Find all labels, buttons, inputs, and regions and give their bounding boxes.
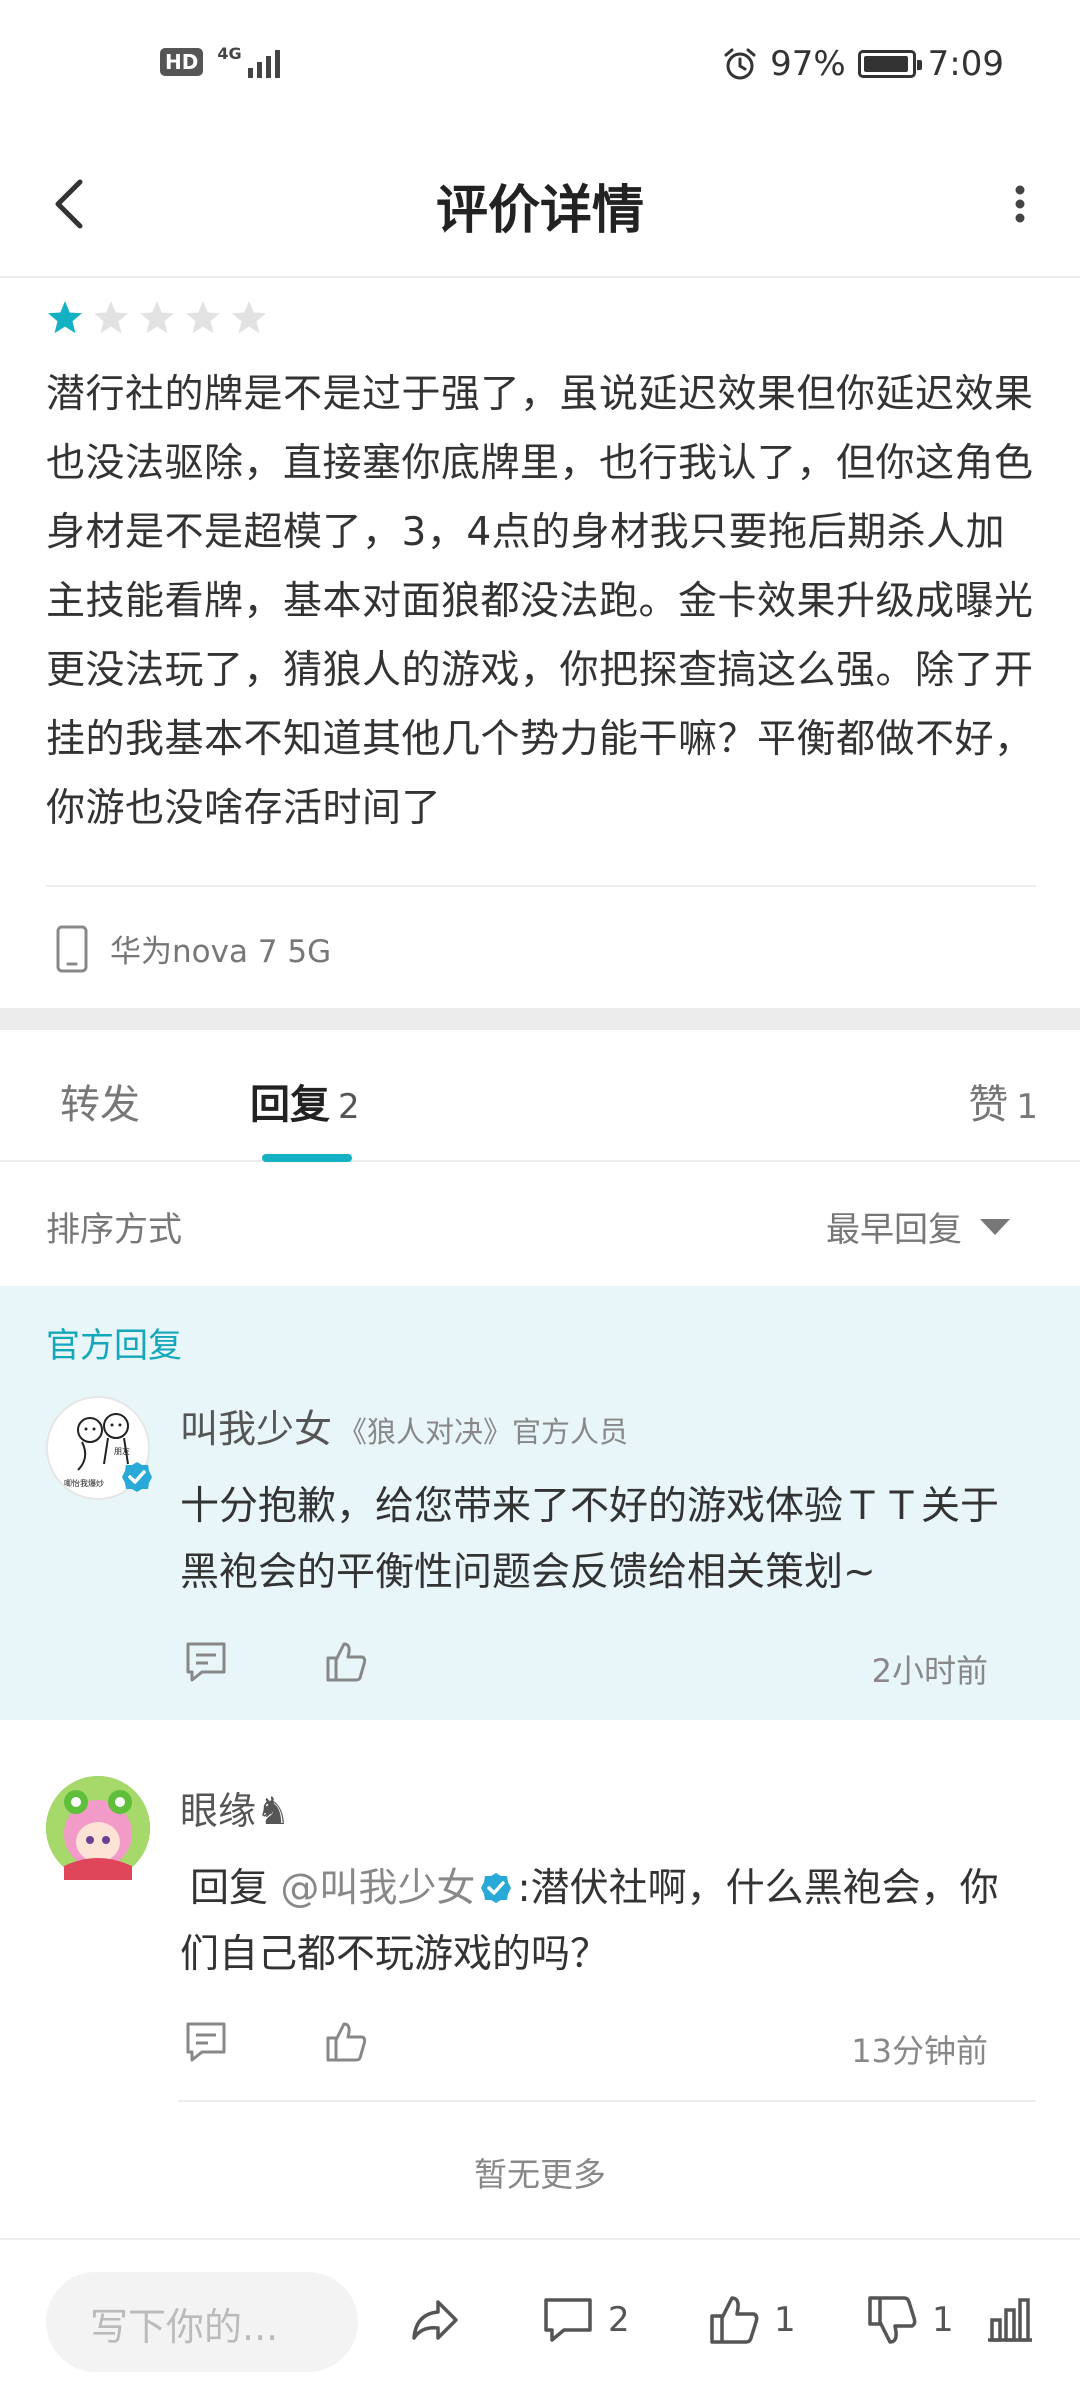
reply-mention[interactable]: @叫我少女	[280, 1866, 475, 1911]
tab-likes[interactable]: 赞1	[968, 1072, 1038, 1130]
avatar[interactable]	[46, 1776, 150, 1880]
review-body: 潜行社的牌是不是过于强了，虽说延迟效果但你延迟效果也没法驱除，直接塞你底牌里，也…	[46, 296, 1036, 843]
star-filled-icon	[48, 301, 82, 334]
avatar[interactable]: 朋友 唧怡我爆炒	[46, 1396, 152, 1500]
official-reply-text: 十分抱歉，给您带来了不好的游戏体验ＴＴ关于黑袍会的平衡性问题会反馈给相关策划~	[180, 1484, 1000, 1595]
star-empty-icon	[232, 301, 266, 334]
comment-icon[interactable]	[182, 2018, 230, 2066]
battery-percent: 97%	[770, 44, 846, 84]
section-divider	[0, 1008, 1080, 1030]
replier-name[interactable]: 眼缘♞	[180, 1780, 290, 1835]
hd-indicator: HD	[160, 48, 204, 76]
share-icon	[412, 2300, 458, 2340]
thumbs-up-icon[interactable]	[322, 1638, 370, 1686]
alarm-icon	[724, 48, 756, 80]
tab-replies-label: 回复	[250, 1082, 330, 1128]
comment-button[interactable]: 2	[540, 2292, 630, 2348]
dropdown-caret-icon	[980, 1218, 1010, 1235]
thumbs-up-icon[interactable]	[322, 2018, 370, 2066]
official-reply-label: 官方回复	[46, 1326, 182, 1366]
tab-repost[interactable]: 转发	[60, 1072, 140, 1130]
verified-badge-icon	[481, 1873, 512, 1903]
reply-time: 13分钟前	[851, 2032, 988, 2070]
phone-icon	[56, 925, 88, 972]
verified-badge-icon	[122, 1462, 152, 1492]
reply-item: 眼缘♞ 回复 @叫我少女 :潜伏社啊，什么黑袍会，你们自己都不玩游戏的吗？ 13…	[0, 1720, 1080, 2102]
official-replier-name[interactable]: 叫我少女	[180, 1407, 332, 1451]
battery-icon	[857, 50, 922, 78]
no-more-label: 暂无更多	[474, 2155, 606, 2194]
official-replier-name-row: 叫我少女 《狼人对决》官方人员	[180, 1398, 628, 1453]
thumbs-down-icon	[868, 2296, 917, 2344]
like-count: 1	[774, 2300, 796, 2340]
thumbs-up-icon	[710, 2296, 759, 2344]
more-options-icon[interactable]	[1000, 172, 1040, 236]
avatar-drawing	[46, 1776, 150, 1880]
tab-likes-count: 1	[1016, 1087, 1038, 1127]
comment-icon[interactable]	[182, 1638, 230, 1686]
star-empty-icon	[94, 301, 128, 334]
tab-bar: 转发 回复 2 赞1	[0, 1030, 1080, 1162]
status-bar: HD 4G 97% 7:09	[0, 0, 1080, 134]
divider	[178, 2100, 1036, 2102]
cellular-signal-icon: 4G	[217, 44, 280, 78]
bottom-action-bar: 写下你的... 2 1 1	[0, 2238, 1080, 2400]
sort-dropdown[interactable]: 最早回复	[826, 1202, 1010, 1251]
tab-replies-count: 2	[338, 1087, 360, 1127]
avatar-caption-1: 朋友	[114, 1446, 130, 1456]
official-reply-section: 官方回复 朋友 唧怡我爆炒 叫我少女 《狼人对决》官方人员 十分抱歉，给您带来了不…	[0, 1286, 1080, 1720]
dislike-button[interactable]: 1	[864, 2292, 954, 2348]
bar-chart-icon	[988, 2298, 1032, 2342]
review-text: 潜行社的牌是不是过于强了，虽说延迟效果但你延迟效果也没法驱除，直接塞你底牌里，也…	[46, 372, 1034, 831]
comment-count: 2	[608, 2300, 630, 2340]
avatar-caption-2: 唧怡我爆炒	[64, 1478, 104, 1488]
tab-likes-label: 赞	[968, 1082, 1009, 1128]
comment-icon	[544, 2298, 592, 2342]
sort-value: 最早回复	[826, 1210, 962, 1250]
official-reply-time: 2小时前	[871, 1652, 988, 1690]
network-type: 4G	[217, 44, 242, 63]
sort-label: 排序方式	[46, 1210, 182, 1250]
tab-repost-label: 转发	[60, 1082, 140, 1128]
title-bar: 评价详情	[0, 134, 1080, 278]
device-info: 华为nova 7 5G	[46, 885, 1036, 1010]
star-empty-icon	[140, 301, 174, 334]
clock: 7:09	[927, 44, 1004, 84]
tab-replies[interactable]: 回复 2	[250, 1072, 360, 1130]
like-button[interactable]: 1	[706, 2292, 796, 2348]
official-role-tag: 《狼人对决》官方人员	[338, 1415, 629, 1449]
device-name: 华为nova 7 5G	[110, 934, 332, 970]
star-rating	[46, 296, 1036, 340]
page-title: 评价详情	[435, 181, 644, 241]
compose-input[interactable]: 写下你的...	[46, 2272, 358, 2372]
sort-row: 排序方式 最早回复	[0, 1162, 1080, 1286]
stats-button[interactable]	[982, 2292, 1038, 2348]
reply-text: 回复 @叫我少女 :潜伏社啊，什么黑袍会，你们自己都不玩游戏的吗？	[180, 1856, 1036, 1988]
star-empty-icon	[186, 301, 220, 334]
reply-prefix: 回复	[190, 1866, 269, 1911]
share-button[interactable]	[406, 2292, 462, 2348]
active-tab-indicator	[262, 1154, 352, 1162]
dislike-count: 1	[932, 2300, 954, 2340]
